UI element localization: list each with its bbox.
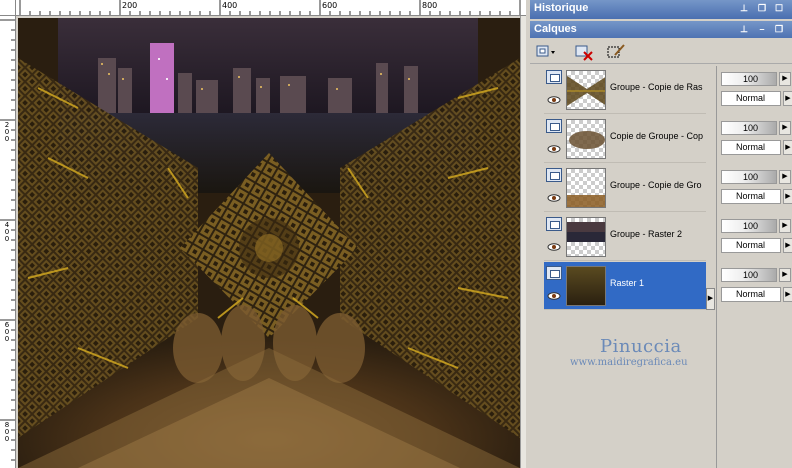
ruler-label: 800 [422,1,438,10]
layer-properties-row: 100 ▶ Normal ▶ [719,213,792,261]
new-layer-button[interactable] [534,42,556,60]
layer-thumbnail [566,168,606,208]
layer-thumbnail [566,217,606,257]
splitter-arrow-icon[interactable]: ▶ [706,288,715,310]
layer-properties-row: 100 ▶ Normal ▶ [719,66,792,114]
blend-mode-arrow-icon[interactable]: ▶ [783,287,792,302]
image-canvas[interactable] [18,18,520,468]
ruler-label: 2 0 0 [4,121,10,143]
maximize-icon[interactable]: ☐ [773,3,785,14]
opacity-arrow-icon[interactable]: ▶ [779,72,791,86]
layer-row[interactable]: Groupe - Raster 2 [544,213,706,261]
ruler-label: 600 [322,1,338,10]
layers-list: Groupe - Copie de Ras Copie de Groupe - … [534,66,706,466]
raster-layer-icon [546,70,562,84]
watermark-author: Pinuccia [600,336,682,357]
visibility-eye-icon[interactable] [547,145,561,153]
blend-mode-select[interactable]: Normal [721,238,781,253]
blend-mode-select[interactable]: Normal [721,91,781,106]
artwork-image [18,18,520,468]
new-layer-icon [536,45,555,57]
opacity-arrow-icon[interactable]: ▶ [779,170,791,184]
raster-layer-icon [546,266,562,280]
canvas-vertical-scrollbar[interactable] [520,16,526,468]
ruler-label: 8 0 0 [4,421,10,443]
opacity-arrow-icon[interactable]: ▶ [779,121,791,135]
blend-mode-arrow-icon[interactable]: ▶ [783,140,792,155]
layers-toolbar [530,38,792,64]
layer-thumbnail [566,266,606,306]
history-panel-title: Historique [534,2,589,14]
layer-name: Groupe - Copie de Ras [610,82,703,92]
raster-layer-icon [546,119,562,133]
ruler-label: 6 0 0 [4,321,10,343]
blend-mode-select[interactable]: Normal [721,140,781,155]
layer-name: Raster 1 [610,278,645,288]
layer-thumbnail [566,70,606,110]
raster-layer-icon [546,217,562,231]
restore-icon[interactable]: ❐ [756,3,768,14]
blend-mode-select[interactable]: Normal [721,287,781,302]
blend-mode-select[interactable]: Normal [721,189,781,204]
layer-properties: 100 ▶ Normal ▶ 100 ▶ Normal ▶ 100 ▶ Norm… [716,66,792,468]
visibility-eye-icon[interactable] [547,96,561,104]
opacity-arrow-icon[interactable]: ▶ [779,219,791,233]
raster-layer-icon [546,168,562,182]
ruler-horizontal: 200 400 600 800 [0,0,526,16]
layer-name: Groupe - Raster 2 [610,229,683,239]
pin-icon[interactable]: ⊥ [738,3,750,14]
edit-selection-icon [607,44,625,58]
history-panel-titlebar[interactable]: Historique ⊥ ❐ ☐ [530,0,792,19]
layer-row[interactable]: Copie de Groupe - Cop [544,115,706,163]
ruler-label: 400 [222,1,238,10]
layer-name: Groupe - Copie de Gro [610,180,702,190]
ruler-label: 200 [122,1,138,10]
opacity-slider[interactable]: 100 [721,170,777,184]
ruler-label: 4 0 0 [4,221,10,243]
layer-thumbnail [566,119,606,159]
ruler-vertical: 2 0 0 4 0 0 6 0 0 8 0 0 [0,16,16,468]
blend-mode-arrow-icon[interactable]: ▶ [783,91,792,106]
layer-row[interactable]: Groupe - Copie de Gro [544,164,706,212]
ruler-ticks-horizontal [19,0,521,15]
ruler-corner [0,0,16,16]
layers-splitter[interactable]: ▶ [706,66,715,466]
watermark-url: www.maidiregrafica.eu [570,357,688,368]
opacity-slider[interactable]: 100 [721,268,777,282]
layer-properties-row: 100 ▶ Normal ▶ [719,115,792,163]
delete-layer-button[interactable] [572,42,594,61]
minimize-icon[interactable]: – [756,24,768,35]
layer-properties-row: 100 ▶ Normal ▶ [719,164,792,212]
pin-icon[interactable]: ⊥ [738,24,750,35]
blend-mode-arrow-icon[interactable]: ▶ [783,238,792,253]
visibility-eye-icon[interactable] [547,292,561,300]
opacity-slider[interactable]: 100 [721,72,777,86]
layer-row[interactable]: Groupe - Copie de Ras [544,66,706,114]
visibility-eye-icon[interactable] [547,243,561,251]
opacity-slider[interactable]: 100 [721,219,777,233]
layer-name: Copie de Groupe - Cop [610,131,704,141]
layer-properties-row: 100 ▶ Normal ▶ [719,262,792,310]
layer-row-selected[interactable]: Raster 1 [544,262,706,310]
visibility-eye-icon[interactable] [547,194,561,202]
blend-mode-arrow-icon[interactable]: ▶ [783,189,792,204]
opacity-arrow-icon[interactable]: ▶ [779,268,791,282]
edit-selection-button[interactable] [604,42,626,60]
restore-icon[interactable]: ❐ [773,24,785,35]
layers-panel-title: Calques [534,23,577,35]
opacity-slider[interactable]: 100 [721,121,777,135]
delete-layer-icon [575,45,593,61]
